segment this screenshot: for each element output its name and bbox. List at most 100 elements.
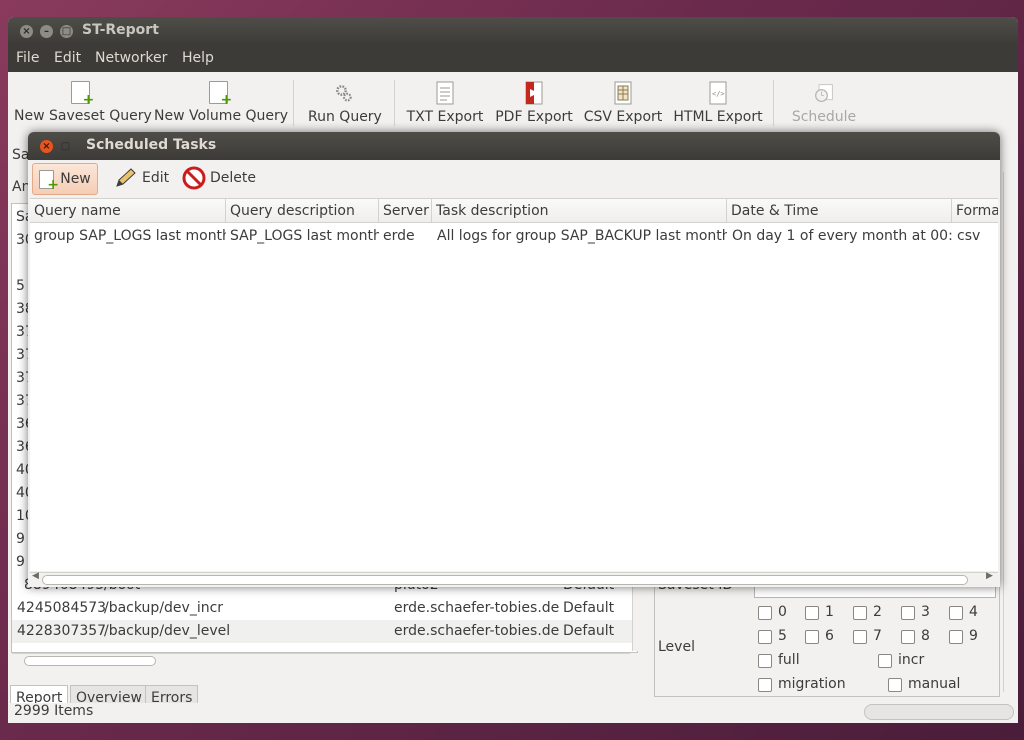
scroll-right-icon[interactable]: ▶: [986, 571, 993, 581]
menu-file[interactable]: File: [16, 50, 39, 66]
level-checkbox-label: 1: [825, 604, 834, 620]
level-checkbox[interactable]: [878, 654, 892, 668]
level-checkbox-label: full: [778, 652, 800, 668]
level-checkbox-label: 9: [969, 628, 978, 644]
new-saveset-query-button[interactable]: + New Saveset Query: [14, 72, 152, 134]
level-checkbox[interactable]: [853, 606, 867, 620]
title-bar[interactable]: × – □ ST-Report: [8, 17, 1018, 45]
status-bar: 2999 Items: [8, 703, 1018, 723]
text-file-icon: [436, 81, 454, 105]
level-checkbox[interactable]: [949, 630, 963, 644]
level-checkbox-label: manual: [908, 676, 961, 692]
new-document-icon: +: [39, 169, 59, 192]
cell-date-time: On day 1 of every month at 00:00: [732, 228, 952, 244]
level-checkbox[interactable]: [805, 606, 819, 620]
edit-task-button[interactable]: Edit: [114, 163, 174, 193]
progress-bar: [864, 704, 1014, 720]
level-checkbox[interactable]: [888, 678, 902, 692]
menu-edit[interactable]: Edit: [54, 50, 81, 66]
level-checkbox[interactable]: [758, 678, 772, 692]
html-file-icon: </>: [709, 81, 727, 105]
new-task-button[interactable]: + New: [32, 163, 98, 195]
scrollbar-thumb[interactable]: [24, 656, 156, 666]
level-checkbox[interactable]: [805, 630, 819, 644]
minimize-window-icon[interactable]: –: [40, 25, 53, 38]
level-checkbox[interactable]: [949, 606, 963, 620]
new-volume-query-button[interactable]: + New Volume Query: [154, 72, 288, 134]
column-task-description[interactable]: Task description: [432, 199, 727, 223]
pdf-file-icon: [525, 81, 543, 105]
level-checkbox[interactable]: [901, 606, 915, 620]
item-count: 2999 Items: [14, 703, 94, 719]
pdf-export-button[interactable]: PDF Export: [494, 72, 574, 134]
level-checkbox[interactable]: [901, 630, 915, 644]
level-checkbox-label: migration: [778, 676, 846, 692]
dialog-title: Scheduled Tasks: [86, 137, 217, 153]
close-dialog-icon[interactable]: ×: [40, 140, 53, 153]
level-checkbox-label: 2: [873, 604, 882, 620]
schedule-button[interactable]: Schedule: [788, 72, 860, 134]
close-window-icon[interactable]: ×: [20, 25, 33, 38]
toolbar: + New Saveset Query + New Volume Query R…: [8, 72, 1018, 134]
toolbar-separator: [394, 80, 395, 126]
table-row[interactable]: 4228307357 /backup/dev_level erde.schaef…: [12, 620, 632, 643]
table-row[interactable]: group SAP_LOGS last month SAP_LOGS last …: [30, 224, 998, 248]
dialog-horizontal-scrollbar[interactable]: ◀ ▶: [30, 571, 998, 585]
scrollbar-thumb[interactable]: [42, 575, 968, 585]
cell-query-name: group SAP_LOGS last month: [34, 228, 226, 244]
level-checkbox-label: 5: [778, 628, 787, 644]
level-checkbox-label: 0: [778, 604, 787, 620]
new-document-icon: +: [70, 81, 94, 107]
partial-id-cell: 9: [16, 554, 25, 570]
pencil-icon: [116, 168, 136, 187]
new-document-icon: +: [208, 81, 232, 107]
level-checkbox-label: 8: [921, 628, 930, 644]
cell-server: erde: [383, 228, 415, 244]
horizontal-scrollbar[interactable]: [12, 653, 630, 666]
level-label: Level: [658, 639, 695, 655]
level-checkbox[interactable]: [758, 654, 772, 668]
level-checkbox-label: 7: [873, 628, 882, 644]
partial-id-cell: 9: [16, 531, 25, 547]
level-checkbox[interactable]: [853, 630, 867, 644]
csv-file-icon: [614, 81, 632, 105]
dialog-title-bar[interactable]: × □ Scheduled Tasks: [28, 132, 1000, 160]
column-date-time[interactable]: Date & Time: [727, 199, 952, 223]
level-checkbox-label: 6: [825, 628, 834, 644]
dialog-toolbar: + New Edit Delete: [28, 160, 1000, 198]
level-checkbox-label: incr: [898, 652, 925, 668]
level-checkbox[interactable]: [758, 606, 772, 620]
cell-task-description: All logs for group SAP_BACKUP last month: [437, 228, 727, 244]
level-checkbox[interactable]: [758, 630, 772, 644]
delete-icon: [182, 166, 206, 190]
column-query-description[interactable]: Query description: [226, 199, 379, 223]
menu-bar: File Edit Networker Help: [8, 45, 1018, 72]
gears-icon: [336, 85, 352, 102]
maximize-dialog-icon[interactable]: □: [59, 140, 72, 153]
cell-query-description: SAP_LOGS last month: [230, 228, 379, 244]
menu-networker[interactable]: Networker: [95, 50, 167, 66]
partial-id-cell: 5: [16, 278, 25, 294]
maximize-window-icon[interactable]: □: [60, 25, 73, 38]
table-row[interactable]: 4245084573 /backup/dev_incr erde.schaefe…: [12, 597, 632, 620]
svg-text:</>: </>: [712, 90, 725, 98]
csv-export-button[interactable]: CSV Export: [583, 72, 663, 134]
cell-format: csv: [957, 228, 981, 244]
scroll-left-icon[interactable]: ◀: [32, 571, 39, 581]
run-query-button[interactable]: Run Query: [308, 72, 382, 134]
toolbar-separator: [293, 80, 294, 126]
column-query-name[interactable]: Query name: [30, 199, 226, 223]
column-format[interactable]: Forma: [952, 199, 998, 223]
column-server[interactable]: Server: [379, 199, 432, 223]
html-export-button[interactable]: </> HTML Export: [672, 72, 764, 134]
level-checkbox-label: 3: [921, 604, 930, 620]
delete-task-button[interactable]: Delete: [182, 163, 262, 193]
txt-export-button[interactable]: TXT Export: [406, 72, 484, 134]
menu-help[interactable]: Help: [182, 50, 214, 66]
scheduled-tasks-table: Query name Query description Server Task…: [30, 198, 998, 571]
window-title: ST-Report: [82, 22, 159, 38]
vertical-scrollbar[interactable]: [632, 577, 645, 651]
schedule-icon: [815, 84, 833, 102]
right-scrollbar[interactable]: [1003, 172, 1016, 692]
toolbar-separator: [773, 80, 774, 126]
